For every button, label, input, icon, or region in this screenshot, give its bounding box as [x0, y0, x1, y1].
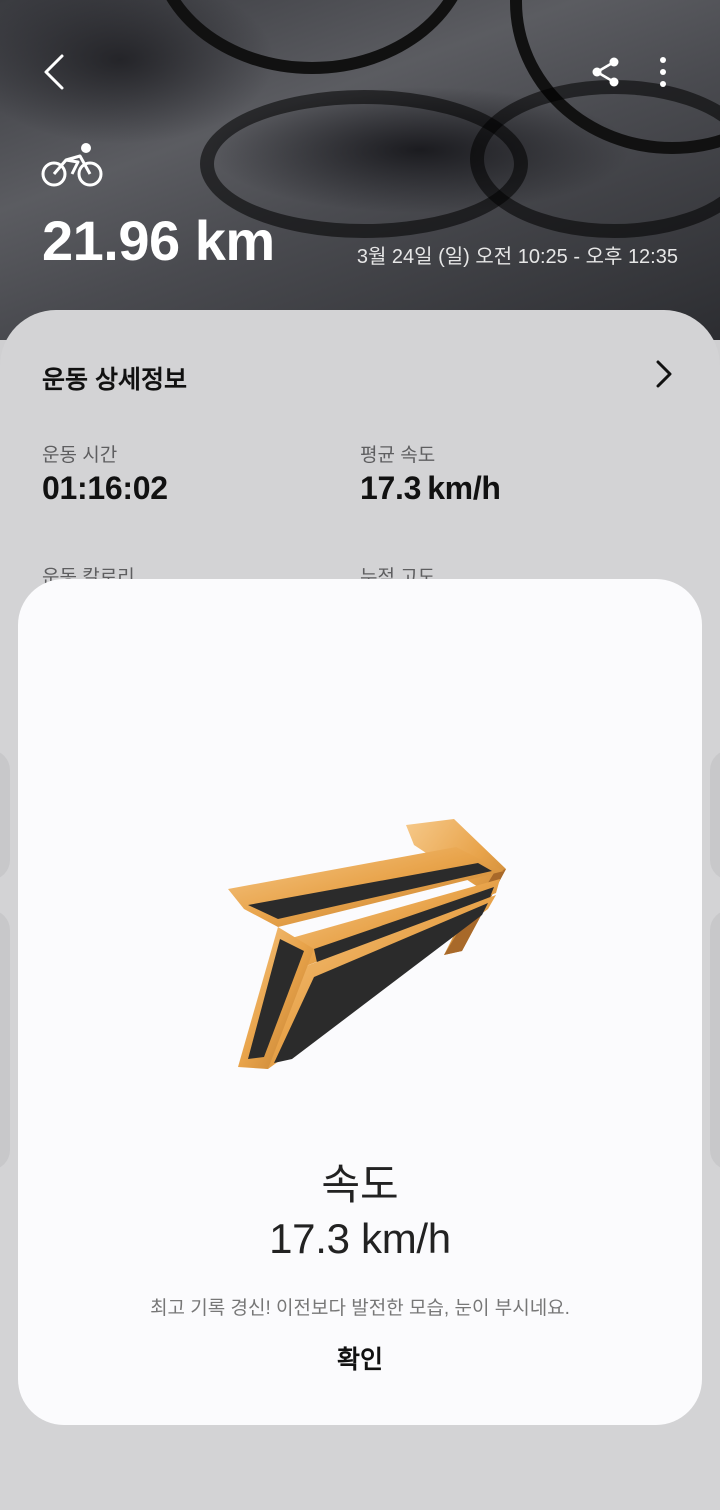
hero-photo: 21.96 km 3월 24일 (일) 오전 10:25 - 오후 12:35	[0, 0, 720, 340]
stat-value-avg-speed: 17.3 km/h	[360, 470, 501, 506]
share-button[interactable]	[588, 54, 624, 90]
cycling-icon	[41, 143, 103, 187]
stat-label-avg-speed: 평균 속도	[360, 445, 436, 466]
achievement-message: 최고 기록 경신! 이전보다 발전한 모습, 눈이 부시네요.	[150, 1298, 570, 1319]
background-section	[0, 750, 10, 880]
back-button[interactable]	[36, 52, 76, 92]
workout-datetime: 3월 24일 (일) 오전 10:25 - 오후 12:35	[356, 246, 678, 268]
gold-speed-arrow-icon	[228, 819, 506, 1069]
more-vert-icon	[660, 57, 666, 87]
background-section	[0, 910, 10, 1170]
wheel-shadow-graphic	[470, 80, 720, 238]
share-icon	[592, 57, 619, 87]
chevron-right-icon[interactable]	[652, 358, 676, 390]
stat-value-duration: 01:16:02	[42, 470, 168, 506]
achievement-value: 17.3 km/h	[269, 1215, 451, 1262]
confirm-button[interactable]: 확인	[310, 1335, 410, 1385]
more-button[interactable]	[648, 54, 678, 90]
bike-wheel-graphic	[150, 0, 474, 74]
background-section	[710, 750, 720, 880]
total-distance: 21.96 km	[42, 209, 275, 272]
achievement-dialog: 속도 17.3 km/h 최고 기록 경신! 이전보다 발전한 모습, 눈이 부…	[18, 579, 702, 1425]
back-arrow-icon	[44, 54, 64, 90]
background-section	[710, 910, 720, 1170]
achievement-title: 속도	[321, 1161, 399, 1208]
details-title[interactable]: 운동 상세정보	[42, 360, 187, 396]
stat-label-duration: 운동 시간	[42, 445, 118, 466]
